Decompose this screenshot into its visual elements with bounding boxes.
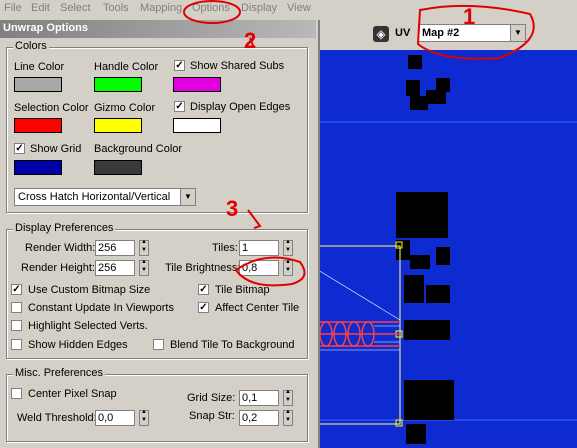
annotation-3: 3 [226, 196, 239, 221]
annotation-1: 1 [463, 4, 476, 29]
red-annotations [183, 0, 535, 287]
annotation-2: 2 [244, 28, 257, 53]
